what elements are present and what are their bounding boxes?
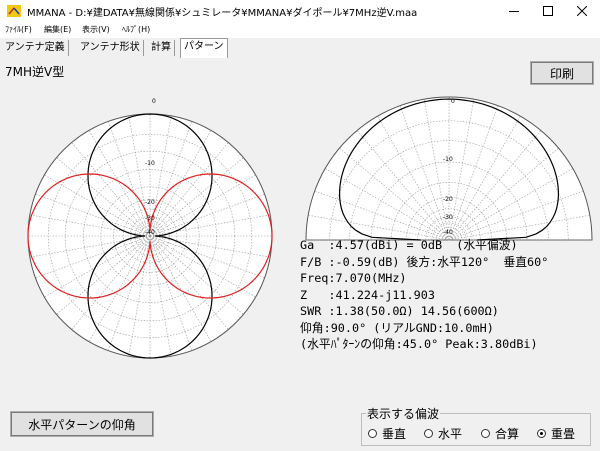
horizontal-pattern-plot: 0 -10 -20 -30 -40: [27, 98, 273, 359]
v-ring-label-10: -10: [443, 156, 453, 163]
app-icon: [7, 5, 21, 17]
radio-dot-selected: [537, 428, 546, 438]
radio-dot: [368, 428, 377, 438]
h-ring-label-40: -40: [145, 229, 155, 236]
menu-help[interactable]: ﾍﾙﾌﾟ(H): [122, 24, 150, 35]
tab-calculation[interactable]: 計算: [148, 40, 175, 56]
maximize-button[interactable]: [531, 0, 565, 22]
window-title: MMANA - D:¥建DATA¥無線関係¥シュミレータ¥MMANA¥ダイポール…: [27, 8, 418, 19]
h-ring-label-20: -20: [145, 199, 155, 206]
radio-dot: [424, 428, 433, 438]
h-ring-label-10: -10: [145, 160, 155, 167]
swr-line: SWR :1.38(50.0Ω) 14.56(600Ω): [300, 304, 499, 318]
tab-antenna-definition[interactable]: アンテナ定義: [2, 40, 69, 56]
pattern-panel: 7MH逆V型 印刷 0 -10 -20 -30 -40 0 -10 -20 -3…: [0, 59, 600, 451]
v-ring-label-20: -20: [443, 196, 453, 203]
impedance-line: Z :41.224-j11.903: [300, 287, 435, 302]
radio-vertical[interactable]: 垂直: [368, 426, 406, 441]
radio-dot: [481, 428, 490, 438]
radio-horizontal[interactable]: 水平: [424, 426, 462, 441]
h-ring-label-30: -30: [145, 215, 155, 222]
horizontal-pattern-elevation-button[interactable]: 水平パターンの仰角: [10, 411, 154, 437]
tab-strip: アンテナ定義 アンテナ形状 計算 パターン: [0, 38, 600, 59]
close-icon: [577, 6, 587, 16]
v-ring-label-0: 0: [451, 98, 455, 105]
maximize-icon: [543, 6, 553, 16]
front-back-line: F/B :-0.59(dB) 後方:水平120° 垂直60°: [300, 254, 549, 269]
h-ring-label-0: 0: [152, 98, 156, 105]
horizontal-pattern-line: (水平ﾊﾟﾀｰﾝの仰角:45.0° Peak:3.80dBi): [300, 337, 538, 351]
menu-edit[interactable]: 編集(E): [44, 24, 71, 35]
elevation-line: 仰角:90.0° (リアルGND:10.0mH): [300, 320, 494, 335]
vertical-pattern-plot: 0 -10 -20 -30 -40: [305, 96, 593, 241]
minimize-button[interactable]: [497, 0, 531, 22]
frequency-line: Freq:7.070(MHz): [300, 271, 407, 285]
menu-file[interactable]: ﾌｧｲﾙ(F): [5, 24, 32, 35]
results-text: Ga :4.57(dBi) = 0dB (水平偏波) F/B :-0.59(dB…: [300, 237, 548, 353]
v-ring-label-40: -40: [443, 229, 453, 236]
print-button[interactable]: 印刷: [530, 61, 594, 85]
gain-line: Ga :4.57(dBi) = 0dB (水平偏波): [300, 238, 518, 252]
model-name: 7MH逆V型: [5, 65, 65, 79]
radio-sum[interactable]: 合算: [481, 426, 519, 441]
menu-bar: ﾌｧｲﾙ(F) 編集(E) 表示(V) ﾍﾙﾌﾟ(H): [0, 22, 600, 39]
tab-antenna-shape[interactable]: アンテナ形状: [77, 40, 144, 56]
radio-overlay[interactable]: 重畳: [537, 426, 575, 441]
polarization-group-title: 表示する偏波: [366, 405, 441, 422]
minimize-icon: [509, 11, 519, 12]
tab-pattern[interactable]: パターン: [180, 38, 228, 58]
menu-view[interactable]: 表示(V): [82, 24, 110, 35]
polarization-group: 表示する偏波 垂直 水平 合算 重畳: [361, 405, 591, 446]
close-button[interactable]: [565, 0, 599, 22]
title-bar[interactable]: MMANA - D:¥建DATA¥無線関係¥シュミレータ¥MMANA¥ダイポール…: [0, 0, 600, 22]
v-ring-label-30: -30: [443, 214, 453, 221]
